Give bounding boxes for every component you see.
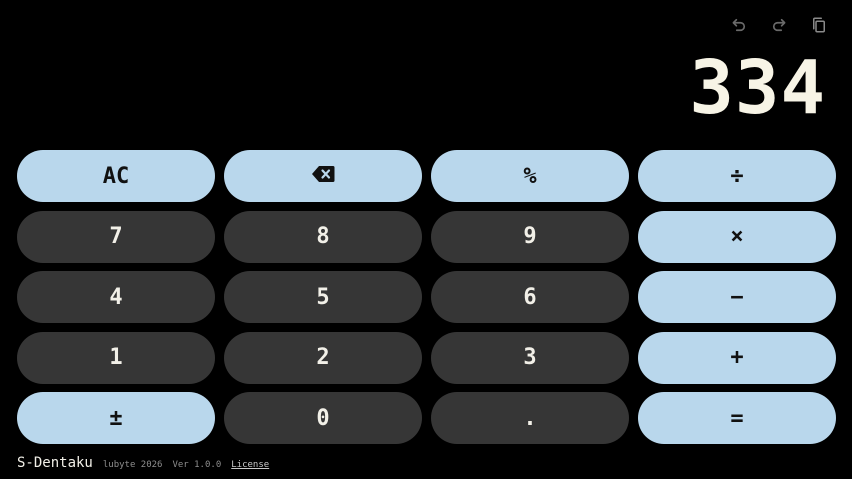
plus-minus-button[interactable]: ± (17, 392, 215, 444)
digit-1-button[interactable]: 1 (17, 331, 215, 384)
footer: S-Dentaku lubyte 2026 Ver 1.0.0 License (17, 455, 269, 471)
digit-0-button[interactable]: 0 (224, 392, 422, 444)
digit-4-button[interactable]: 4 (17, 271, 215, 323)
digit-8-button[interactable]: 8 (224, 210, 422, 263)
digit-2-button[interactable]: 2 (224, 331, 422, 384)
toolbar (728, 14, 830, 36)
percent-button[interactable]: % (431, 150, 629, 202)
decimal-button[interactable]: . (431, 392, 629, 444)
copyright-text: lubyte 2026 (102, 460, 163, 470)
undo-icon[interactable] (728, 14, 750, 36)
clear-button[interactable]: AC (17, 150, 215, 202)
minus-button[interactable]: − (638, 271, 836, 323)
redo-icon[interactable] (768, 14, 790, 36)
divide-button[interactable]: ÷ (638, 150, 836, 202)
version-text: Ver 1.0.0 (172, 460, 222, 470)
keypad: AC % ÷ 7 8 9 × 4 5 6 − 1 2 3 + ± 0 . = (17, 150, 836, 444)
digit-9-button[interactable]: 9 (431, 210, 629, 263)
backspace-icon (311, 164, 335, 189)
backspace-button[interactable] (224, 150, 422, 202)
digit-3-button[interactable]: 3 (431, 331, 629, 384)
multiply-button[interactable]: × (638, 210, 836, 263)
digit-7-button[interactable]: 7 (17, 210, 215, 263)
digit-6-button[interactable]: 6 (431, 271, 629, 323)
copy-icon[interactable] (808, 14, 830, 36)
license-link[interactable]: License (231, 460, 269, 470)
result-display: 334 (689, 45, 826, 131)
equals-button[interactable]: = (638, 392, 836, 444)
digit-5-button[interactable]: 5 (224, 271, 422, 323)
plus-button[interactable]: + (638, 331, 836, 384)
app-name: S-Dentaku (17, 455, 93, 471)
